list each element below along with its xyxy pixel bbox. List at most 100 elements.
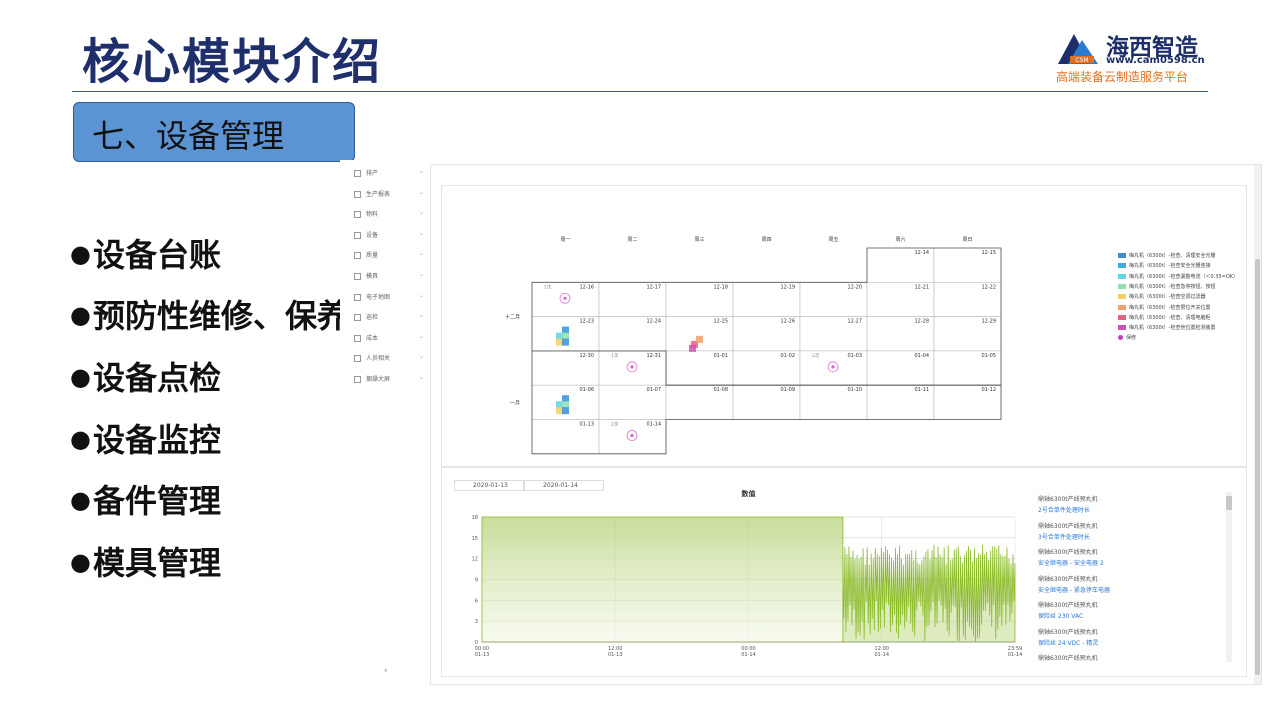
sidebar-item-material[interactable]: 物料 ⌄ <box>354 209 424 223</box>
oscillating-series <box>842 544 1016 643</box>
signal-link[interactable]: 安全继电器 - 紧急停车电器 <box>1038 585 1110 594</box>
x-tick-label: 01-14 <box>741 652 756 658</box>
chevron-down-icon: ⌄ <box>418 189 424 196</box>
main-panel: 周一 周二 周三 周四 周五 周六 周日 12-14 12-15 12-16 12-17 12-18 1… <box>430 164 1262 685</box>
x-tick-label: 01-13 <box>608 652 623 658</box>
grid-icon <box>354 314 361 321</box>
app-screenshot: 排产 ⌄ 生产报表 ⌄ 物料 ⌄ 设备 ⌄ 质量 ⌄ 模具 ⌄ 电子地图 ⌄ 巡检 ⌄ 成本 ⌄ … <box>340 160 1262 685</box>
legend-item[interactable]: 梅丸机（6300t）-检查限位开关位置 <box>1118 304 1211 311</box>
legend-item[interactable]: 梅丸机（6300t）-检查漏整电流（＜0.35=OK） <box>1118 273 1238 280</box>
maintenance-calendar-card: 周一 周二 周三 周四 周五 周六 周日 12-14 12-15 12-16 12-17 12-18 1… <box>441 185 1247 467</box>
calendar-date: 12-16 <box>579 284 594 290</box>
sidebar-item-equipment[interactable]: 设备 ⌄ <box>354 230 424 244</box>
signal-link[interactable]: 安全继电器 - 安全电器 2 <box>1038 558 1104 567</box>
grid-icon <box>354 355 361 362</box>
calendar-date: 01-03 <box>847 353 862 359</box>
calendar-date: 12-25 <box>713 319 728 325</box>
calendar-date: 12-24 <box>646 319 661 325</box>
x-tick-label: 01-14 <box>874 652 889 658</box>
task-block <box>562 332 569 340</box>
x-tick-label: 01-14 <box>1008 652 1023 658</box>
count-mark: 2次 <box>611 421 619 428</box>
sidebar-item-label: 捆操大屏 <box>366 376 391 383</box>
weekday-label: 周三 <box>694 237 704 243</box>
x-tick-label: 01-13 <box>475 652 490 658</box>
legend-item[interactable]: 梅丸机（6300t）-检查、清理安全光栅 <box>1118 252 1216 259</box>
svg-text:CSM: CSM <box>1075 57 1088 64</box>
legend-item[interactable]: 梅丸机（6300t）-检查急停按钮、按钮 <box>1118 283 1216 290</box>
chevron-down-icon: ⌄ <box>418 230 424 237</box>
month-label: 十二月 <box>505 314 520 321</box>
slide-title: 核心模块介绍 <box>82 34 383 90</box>
legend-item[interactable]: 梅丸机（6300t）-检查他位置检测装置 <box>1118 324 1216 331</box>
calendar-date: 01-12 <box>981 387 996 393</box>
scrollbar-thumb[interactable] <box>1255 259 1260 675</box>
calendar-date: 12-30 <box>579 353 594 359</box>
calendar-date: 12-19 <box>780 284 795 290</box>
count-mark: 2次 <box>812 352 820 359</box>
calendar-date: 12-27 <box>847 319 862 325</box>
sidebar-item-quality[interactable]: 质量 ⌄ <box>354 250 424 264</box>
legend-swatch <box>1118 283 1126 289</box>
calendar-date: 12-14 <box>914 250 929 256</box>
sidebar-item-reports[interactable]: 生产报表 ⌄ <box>354 189 424 203</box>
legend-label: 梅丸机（6300t）-检查急停按钮、按钮 <box>1129 283 1216 290</box>
calendar-date: 01-11 <box>914 387 929 393</box>
list-scrollbar[interactable] <box>1226 492 1232 662</box>
calendar-date: 12-29 <box>981 319 996 325</box>
sidebar-item-molds[interactable]: 模具 ⌄ <box>354 271 424 285</box>
logo-url: www.cam0598.cn <box>1106 55 1205 66</box>
task-block <box>562 401 569 409</box>
list-scrollbar-thumb[interactable] <box>1226 496 1232 510</box>
y-tick-label: 6 <box>475 598 478 604</box>
signal-link[interactable]: 保险丝 24 VDC - 精灵 <box>1038 638 1098 647</box>
sidebar-item-dashboard[interactable]: 捆操大屏 ⌄ <box>354 374 424 388</box>
legend-label: 梅丸机（6300t）-检查限位开关位置 <box>1129 304 1211 311</box>
legend-swatch <box>1118 325 1126 331</box>
sidebar-item-inspection[interactable]: 巡检 ⌄ <box>354 312 424 326</box>
signal-device-name: 鼎轴6300t产线预丸机 <box>1038 655 1098 662</box>
legend-item[interactable]: 梅丸机（6300t）-检查、清理电脑柜 <box>1118 314 1211 321</box>
grid-icon <box>354 376 361 383</box>
legend-item[interactable]: 梅丸机（6300t）-检查安全光栅连接 <box>1118 262 1211 269</box>
calendar-date: 01-14 <box>646 422 661 428</box>
chevron-left-icon[interactable]: ‹ <box>384 666 388 676</box>
repair-marker-dot <box>831 365 835 369</box>
legend-item[interactable]: 保修 <box>1118 334 1136 341</box>
calendar-date: 01-07 <box>646 387 661 393</box>
task-block <box>562 326 569 334</box>
sidebar-item-schedule[interactable]: 排产 ⌄ <box>354 168 424 182</box>
signal-device-name: 鼎轴6300t产线预丸机 <box>1038 522 1098 530</box>
vertical-scrollbar[interactable] <box>1254 165 1261 684</box>
calendar-date: 01-01 <box>713 353 728 359</box>
chart-title: 数值 <box>742 489 756 498</box>
sidebar-item-map[interactable]: 电子地图 ⌄ <box>354 292 424 306</box>
legend-label: 梅丸机（6300t）-检查空调过滤器 <box>1129 294 1206 301</box>
chevron-down-icon: ⌄ <box>418 209 424 216</box>
y-tick-label: 12 <box>472 557 478 563</box>
grid-icon <box>354 335 361 342</box>
signal-link[interactable]: 保险丝 230 VAC <box>1038 611 1083 620</box>
sidebar-item-cost[interactable]: 成本 ⌄ <box>354 333 424 347</box>
calendar-date: 12-21 <box>914 284 929 290</box>
sidebar-item-staff[interactable]: 人员相关 ⌄ <box>354 353 424 367</box>
y-tick-label: 3 <box>475 619 478 625</box>
calendar-date: 12-15 <box>981 250 996 256</box>
legend-item[interactable]: 梅丸机（6300t）-检查空调过滤器 <box>1118 293 1206 300</box>
repair-marker-dot <box>630 365 634 369</box>
legend-label: 梅丸机（6300t）-检查他位置检测装置 <box>1129 325 1216 332</box>
task-block <box>556 332 563 340</box>
signal-link[interactable]: 3号合单件处理时长 <box>1038 532 1090 541</box>
weekday-label: 周四 <box>761 237 771 243</box>
logo-tagline: 高端装备云制造服务平台 <box>1056 70 1189 84</box>
sidebar-item-label: 排产 <box>366 170 379 177</box>
sidebar-item-label: 质量 <box>366 252 379 259</box>
chevron-down-icon: ⌄ <box>418 374 424 381</box>
signal-link[interactable]: 2号合单件处理时长 <box>1038 505 1090 514</box>
monitoring-chart-card: 2020-01-13 2020-01-14 数值 0 3 6 9 12 15 18 00:00 0… <box>441 467 1247 677</box>
grid-icon <box>354 294 361 301</box>
calendar-date: 01-04 <box>914 353 929 359</box>
sidebar: 排产 ⌄ 生产报表 ⌄ 物料 ⌄ 设备 ⌄ 质量 ⌄ 模具 ⌄ 电子地图 ⌄ 巡检 ⌄ 成本 ⌄ … <box>340 160 430 685</box>
legend-swatch <box>1118 294 1126 300</box>
logo-mark-icon: CSM <box>1058 34 1098 64</box>
